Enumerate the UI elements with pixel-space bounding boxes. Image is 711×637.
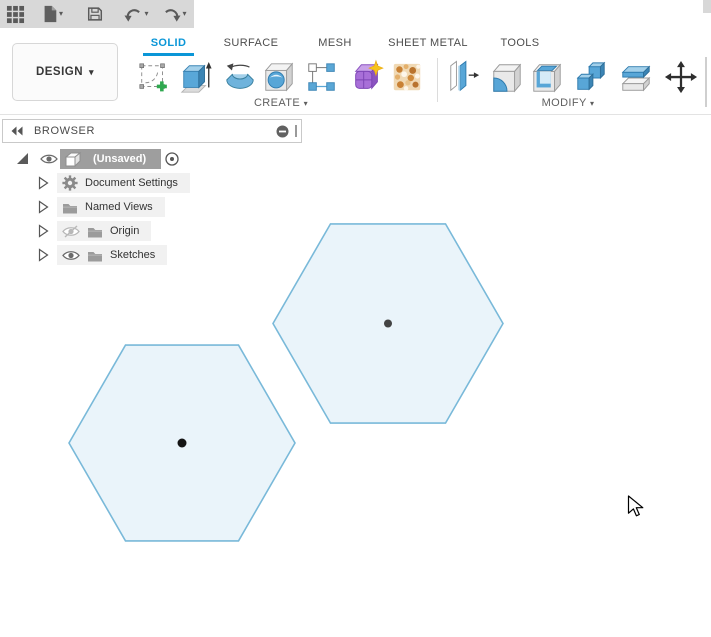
rectangular-pattern-icon (308, 63, 335, 91)
create-sketch-icon (139, 63, 167, 92)
undo-caret-icon: ▾ (144, 9, 149, 18)
browser-panel-title: BROWSER (34, 125, 96, 137)
workspace-caret-icon: ▾ (89, 66, 95, 77)
expand-arrow-icon[interactable] (38, 248, 49, 262)
root-document-label: (Unsaved) (93, 153, 147, 165)
sketch-center-point[interactable] (384, 319, 392, 328)
fillet-icon (492, 63, 522, 93)
shell-button[interactable] (529, 56, 565, 100)
extrude-icon (180, 61, 212, 93)
component-cube-icon (64, 151, 82, 168)
remove-panel-icon[interactable] (276, 125, 289, 138)
modify-group-label[interactable]: MODIFY ▾ (529, 97, 607, 109)
undo-button[interactable]: ▾ (118, 0, 154, 28)
volumetric-lattice-icon (393, 63, 421, 91)
tab-solid[interactable]: SOLID (141, 33, 196, 56)
collapse-panel-icon[interactable] (11, 126, 24, 136)
tab-tools[interactable]: TOOLS (494, 33, 546, 54)
revolve-button[interactable] (222, 56, 258, 100)
redo-caret-icon: ▾ (182, 9, 187, 18)
save-icon (87, 7, 103, 21)
create-group-label[interactable]: CREATE ▾ (242, 97, 320, 109)
app-grid-icon (6, 5, 24, 23)
combine-icon (576, 61, 606, 91)
quick-access-toolbar: ▾ ▾ ▾ (0, 0, 194, 28)
expand-arrow-icon[interactable] (38, 200, 49, 214)
move-copy-button[interactable] (663, 56, 699, 100)
split-body-icon (621, 65, 651, 92)
root-expand-icon[interactable] (15, 151, 29, 165)
folder-icon (88, 227, 102, 237)
panel-grip-handle[interactable] (295, 125, 297, 137)
save-button[interactable] (80, 0, 110, 28)
ribbon-group-divider (437, 58, 438, 102)
move-icon (664, 61, 698, 94)
create-form-icon (354, 59, 384, 90)
create-form-button[interactable] (349, 56, 385, 100)
create-group-caret-icon: ▾ (303, 99, 309, 108)
expand-arrow-icon[interactable] (38, 224, 49, 238)
volumetric-lattice-button[interactable] (389, 56, 425, 100)
sketch-center-point[interactable] (177, 438, 187, 448)
browser-panel-header[interactable]: BROWSER (2, 119, 302, 143)
visibility-on-eye-icon[interactable] (62, 249, 80, 262)
file-icon (44, 5, 57, 23)
create-sketch-button[interactable] (136, 56, 172, 100)
hole-icon (264, 62, 294, 92)
file-menu-button[interactable]: ▾ (34, 0, 70, 28)
combine-button[interactable] (573, 56, 609, 100)
tree-row-sketches[interactable]: Sketches (38, 245, 168, 265)
undo-icon (124, 8, 141, 22)
gear-icon (62, 175, 78, 191)
extrude-button[interactable] (178, 56, 214, 100)
workspace-label: DESIGN (35, 66, 84, 78)
hole-button[interactable] (261, 56, 297, 100)
activate-component-icon[interactable] (164, 151, 180, 167)
tab-mesh[interactable]: MESH (312, 33, 358, 54)
tab-surface[interactable]: SURFACE (218, 33, 284, 54)
browser-root-component[interactable]: (Unsaved) (60, 149, 161, 169)
modify-group-caret-icon: ▾ (590, 99, 595, 108)
tree-row-named-views[interactable]: Named Views (38, 197, 165, 217)
panel-edge-divider (705, 57, 707, 107)
fillet-button[interactable] (489, 56, 525, 100)
visibility-off-eye-icon[interactable] (62, 224, 80, 238)
workspace-selector[interactable]: DESIGN ▾ (12, 43, 118, 101)
split-body-button[interactable] (618, 56, 654, 100)
expand-arrow-icon[interactable] (38, 176, 49, 190)
rectangular-pattern-button[interactable] (304, 56, 340, 100)
tab-sheet-metal[interactable]: SHEET METAL (386, 33, 470, 54)
root-visibility-eye-icon[interactable] (40, 153, 58, 165)
file-menu-caret-icon: ▾ (58, 9, 63, 18)
folder-icon (88, 251, 102, 261)
press-pull-icon (450, 60, 480, 92)
revolve-icon (226, 63, 254, 89)
folder-icon (63, 203, 77, 213)
tree-row-origin[interactable]: Origin (38, 221, 152, 241)
shell-icon (532, 63, 562, 93)
press-pull-button[interactable] (446, 56, 482, 100)
tree-row-document-settings[interactable]: Document Settings (38, 173, 190, 193)
fusion-window: ▾ ▾ ▾ DESIGN ▾ SOLID SURFACE MESH SHEET … (0, 0, 711, 637)
redo-button[interactable]: ▾ (156, 0, 192, 28)
ribbon-bottom-border (0, 114, 711, 115)
app-grid-button[interactable] (0, 0, 30, 28)
redo-icon (165, 8, 182, 22)
window-edge-strip (703, 0, 711, 13)
mouse-cursor (627, 495, 644, 517)
